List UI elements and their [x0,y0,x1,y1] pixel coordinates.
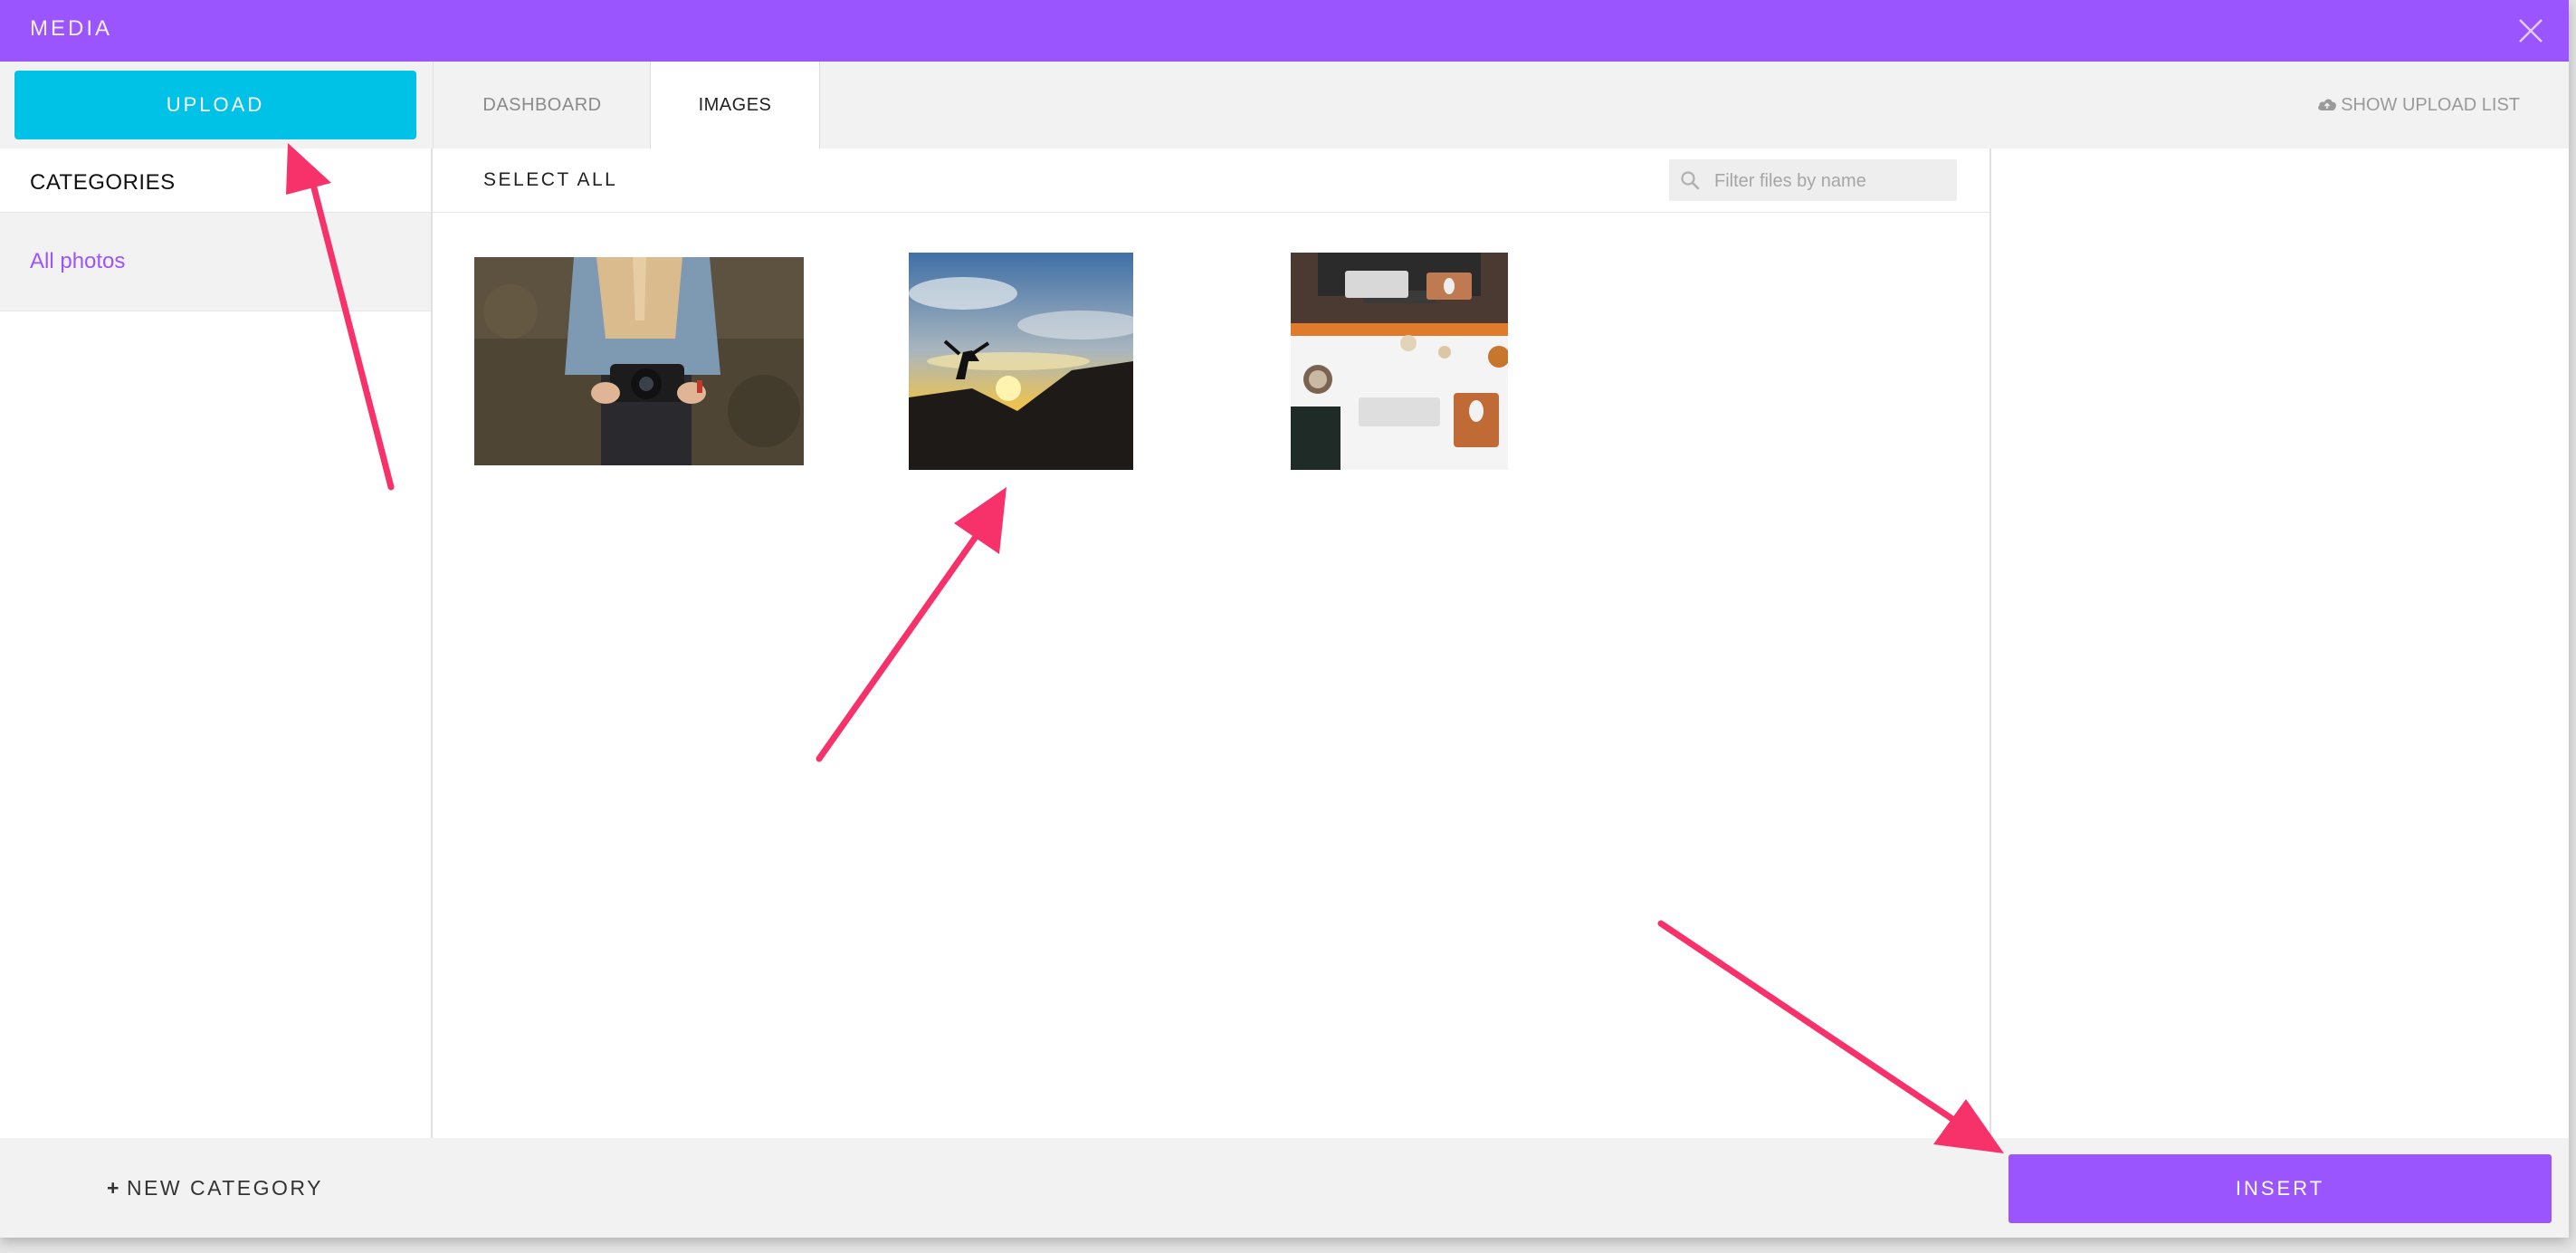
modal-header: MEDIA [0,0,2569,62]
modal-title: MEDIA [30,16,113,41]
plus-icon: + [107,1176,121,1200]
categories-heading: CATEGORIES [30,170,176,195]
new-category-button[interactable]: + NEW CATEGORY [107,1138,323,1238]
toolbar: UPLOAD DASHBOARD IMAGES SHOW UPLOAD LIST [0,62,2569,149]
tab-dashboard[interactable]: DASHBOARD [433,62,651,148]
filter-box [1669,159,1957,203]
show-upload-list-link[interactable]: SHOW UPLOAD LIST [2317,62,2520,148]
select-all-button[interactable]: SELECT ALL [483,148,617,212]
insert-button[interactable]: INSERT [2008,1154,2552,1223]
close-icon[interactable] [2514,14,2547,47]
media-modal: MEDIA UPLOAD DASHBOARD IMAGES SHOW UPLOA… [0,0,2569,1238]
sidebar-item-all-photos[interactable]: All photos [0,212,431,311]
upload-button[interactable]: UPLOAD [14,71,416,139]
image-thumbnail[interactable] [909,253,1133,470]
sidebar-item-label: All photos [30,249,126,273]
image-grid-panel: SELECT ALL [433,148,1991,1138]
search-icon [1681,171,1700,190]
content-toolbar: SELECT ALL [433,148,1989,213]
cloud-upload-icon [2318,99,2337,110]
modal-footer: + NEW CATEGORY INSERT [0,1138,2569,1238]
show-upload-list-label: SHOW UPLOAD LIST [2341,95,2520,115]
new-category-label: NEW CATEGORY [126,1176,323,1200]
tab-images[interactable]: IMAGES [650,62,820,149]
details-panel [1991,148,2569,1138]
image-thumbnail[interactable] [474,257,804,465]
filter-input[interactable] [1713,159,1951,203]
categories-sidebar: CATEGORIES All photos [0,148,433,1138]
image-thumbnail[interactable] [1291,253,1508,470]
